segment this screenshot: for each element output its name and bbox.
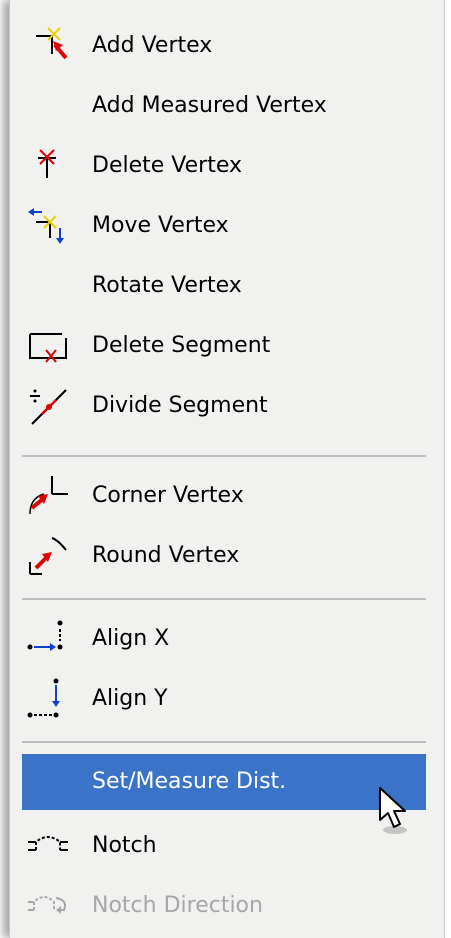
menu-item-divide-segment[interactable]: Divide Segment [22, 378, 426, 434]
menu-item-label: Rotate Vertex [92, 273, 242, 298]
menu-item-set-measure-dist[interactable]: Set/Measure Dist. [22, 754, 426, 810]
menu-item-label: Divide Segment [92, 393, 268, 418]
menu-separator [22, 598, 426, 600]
menu-item-label: Round Vertex [92, 543, 240, 568]
menu-item-label: Delete Segment [92, 333, 271, 358]
align-x-icon [26, 617, 70, 661]
menu-item-label: Align X [92, 626, 170, 651]
menu-item-align-x[interactable]: Align X [22, 611, 426, 667]
delete-vertex-icon [26, 144, 70, 188]
menu-item-delete-segment[interactable]: Delete Segment [22, 318, 426, 374]
add-vertex-icon [26, 24, 70, 68]
menu-item-label: Add Vertex [92, 33, 213, 58]
round-vertex-icon [26, 534, 70, 578]
divide-segment-icon [26, 384, 70, 428]
corner-vertex-icon [26, 474, 70, 518]
menu-item-label: Set/Measure Dist. [92, 769, 287, 794]
move-vertex-icon [26, 204, 70, 248]
menu-item-notch[interactable]: Notch [22, 818, 426, 874]
menu-item-delete-vertex[interactable]: Delete Vertex [22, 138, 426, 194]
mouse-pointer-icon [377, 786, 413, 836]
menu-item-move-vertex[interactable]: Move Vertex [22, 198, 426, 254]
menu-separator [22, 455, 426, 457]
menu-item-notch-direction: Notch Direction [22, 878, 426, 934]
menu-item-label: Move Vertex [92, 213, 229, 238]
menu-item-label: Notch [92, 833, 157, 858]
notch-direction-icon [26, 884, 70, 928]
menu-item-align-y[interactable]: Align Y [22, 671, 426, 727]
menu-item-label: Delete Vertex [92, 153, 242, 178]
menu-item-label: Align Y [92, 686, 168, 711]
menu-item-corner-vertex[interactable]: Corner Vertex [22, 468, 426, 524]
menu-separator [22, 741, 426, 743]
menu-item-round-vertex[interactable]: Round Vertex [22, 528, 426, 584]
menu-item-label: Add Measured Vertex [92, 93, 327, 118]
screenshot-canvas: Add Vertex Add Measured Vertex Delete Ve… [0, 0, 451, 938]
delete-segment-icon [26, 324, 70, 368]
menu-item-rotate-vertex[interactable]: Rotate Vertex [22, 258, 426, 314]
notch-icon [26, 824, 70, 868]
menu-item-label: Notch Direction [92, 893, 263, 918]
menu-item-label: Corner Vertex [92, 483, 244, 508]
menu-item-add-vertex[interactable]: Add Vertex [22, 18, 426, 74]
align-y-icon [26, 677, 70, 721]
menu-item-add-measured-vertex[interactable]: Add Measured Vertex [22, 78, 426, 134]
